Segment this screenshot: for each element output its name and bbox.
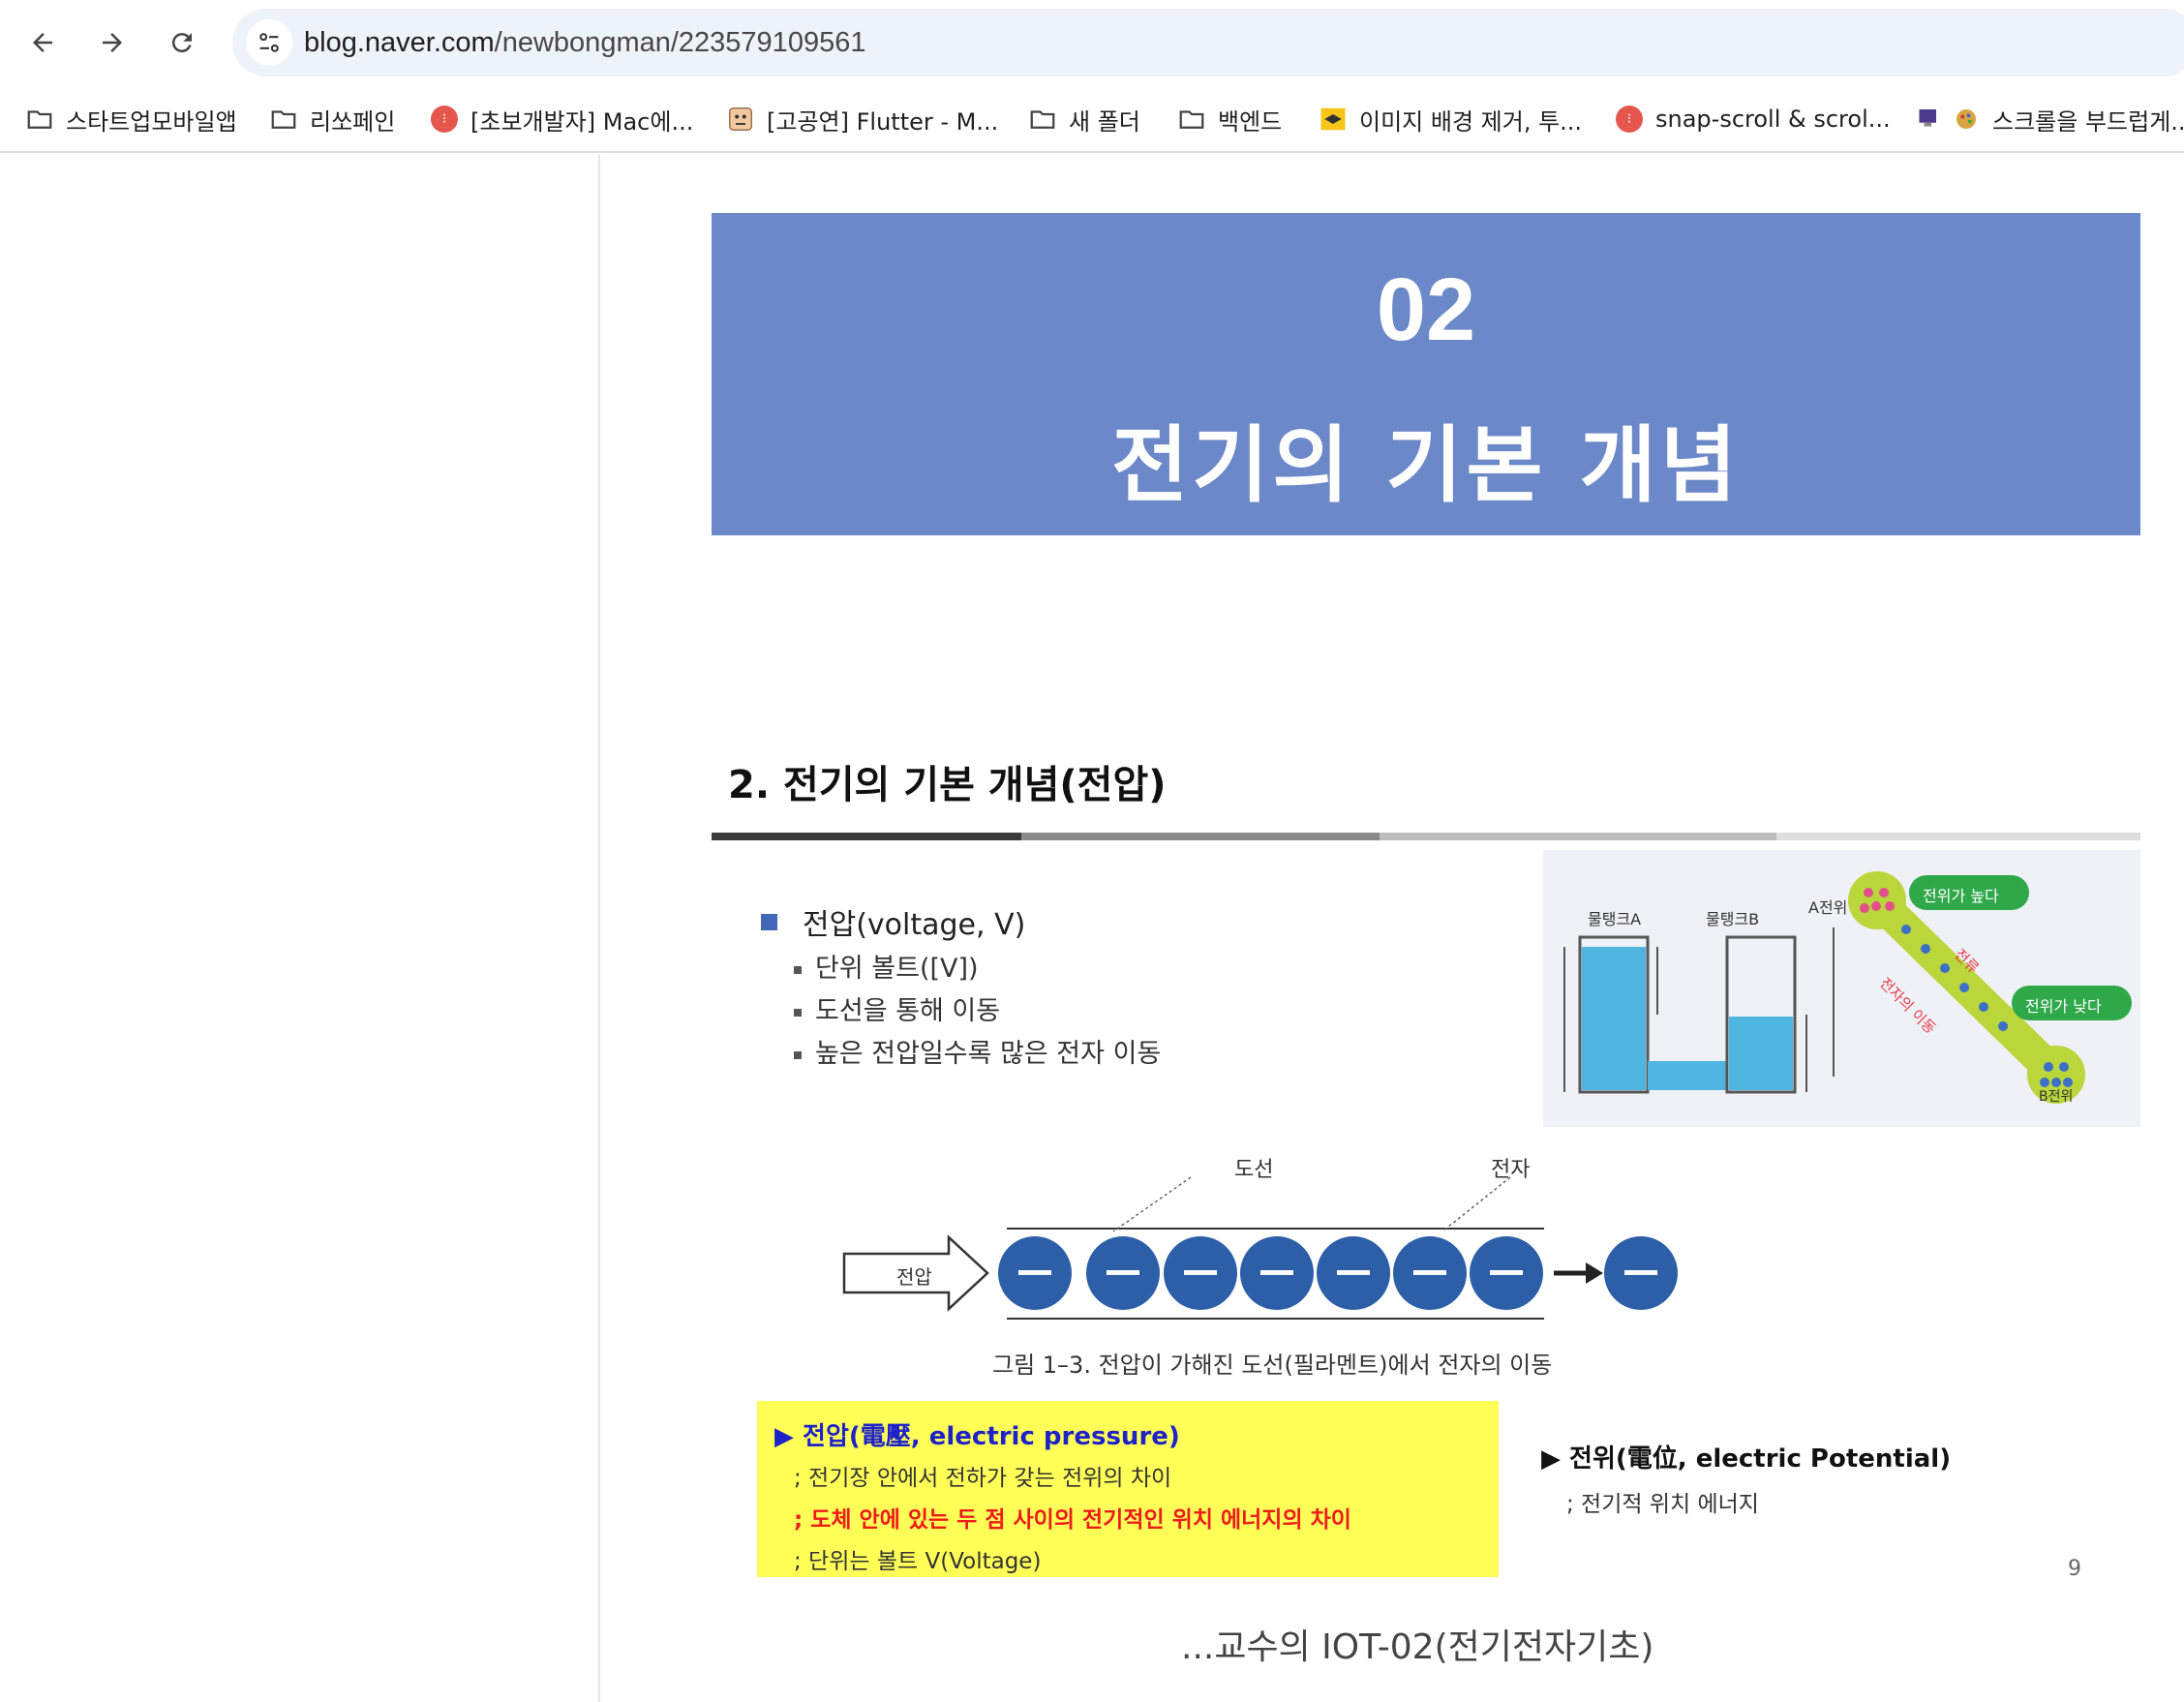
bookmark-label: [초보개발자] Mac에... xyxy=(470,107,694,136)
bookmark-label: [고공연] Flutter - M... xyxy=(767,107,999,136)
chapter-title: 전기의 기본 개념 xyxy=(1111,417,1741,514)
bullet-square-icon xyxy=(761,913,777,930)
bullet-dot-icon xyxy=(794,965,802,974)
bookmark-snap-scroll[interactable]: ⁝ snap-scroll & scrol... xyxy=(1615,99,1891,139)
sub-item: 단위 볼트([V]) xyxy=(794,947,979,985)
bookmark-label: 백엔드 xyxy=(1218,107,1283,136)
folder-icon xyxy=(1028,105,1057,134)
voltage-definition-box: ▶ 전압(電壓, electric pressure) ; 전기장 안에서 전하… xyxy=(757,1401,1499,1577)
favicon-monitor-icon xyxy=(1917,105,1946,134)
bookmark-folder-startup[interactable]: 스타트업모바일앱 xyxy=(25,99,237,139)
bookmark-mac-beginner[interactable]: ⁝ [초보개발자] Mac에... xyxy=(430,99,693,139)
electron-minus-sign xyxy=(1018,1270,1051,1275)
chapter-number: 02 xyxy=(1376,260,1476,359)
tank-a-label: 물탱크A xyxy=(1588,910,1642,928)
favicon-face-icon xyxy=(726,105,755,134)
sub-item-text: 도선을 통해 이동 xyxy=(815,996,1001,1026)
address-bar[interactable]: blog.naver.com/newbongman/223579109561 xyxy=(232,9,2184,76)
palette-icon xyxy=(1952,105,1981,134)
bookmark-label: 이미지 배경 제거, 투... xyxy=(1359,107,1583,136)
voltage-definition-emphasis: ; 도체 안에 있는 두 점 사이의 전기적인 위치 에너지의 차이 xyxy=(794,1507,1351,1533)
title-rule-segment xyxy=(1380,833,1776,840)
electron-label: 전자 xyxy=(1491,1158,1531,1182)
folder-icon xyxy=(25,105,54,134)
site-info-button[interactable] xyxy=(246,19,292,66)
bookmarks-bar: 스타트업모바일앱 리쏘페인 ⁝ [초보개발자] Mac에... [고공연] Fl… xyxy=(0,85,2184,153)
bookmark-remove-bg[interactable]: 이미지 배경 제거, 투... xyxy=(1319,99,1582,139)
bullet-dot-icon xyxy=(794,1008,802,1017)
title-rule-segment xyxy=(1776,833,2140,840)
back-button[interactable] xyxy=(19,19,66,66)
folder-icon xyxy=(269,105,298,134)
slide-title: 2. 전기의 기본 개념(전압) xyxy=(728,763,1167,807)
folder-icon xyxy=(1177,105,1206,134)
tank-b-label: 물탱크B xyxy=(1706,910,1760,928)
bullet-voltage: 전압(voltage, V) xyxy=(761,900,1025,943)
voltage-definition-heading: ▶ 전압(電壓, electric pressure) xyxy=(774,1422,1180,1451)
electron-minus-sign xyxy=(1184,1270,1217,1275)
url-path: /newbongman/223579109561 xyxy=(494,27,866,58)
a-potential-label: A전위 xyxy=(1808,898,1848,917)
b-potential-label: B전위 xyxy=(2039,1089,2074,1105)
electron-minus-sign xyxy=(1260,1270,1293,1275)
bookmark-smooth-scroll[interactable]: 스크롤을 부드럽게... xyxy=(1917,99,2184,139)
forward-button[interactable] xyxy=(89,19,136,66)
voltage-definition-line: ; 전기장 안에서 전하가 갖는 전위의 차이 xyxy=(794,1466,1172,1491)
wire-leader-line xyxy=(1112,1176,1192,1232)
image-caption: ...교수의 IOT-02(전기전자기초) xyxy=(1181,1627,1654,1667)
bookmark-label: 스타트업모바일앱 xyxy=(66,107,237,136)
low-potential-badge: 전위가 낮다 xyxy=(2025,997,2102,1016)
water-tank-analogy-image: 물탱크A 물탱크B A전위 B전위 전위가 높다 전위가 낮다 전류 전자의 이… xyxy=(1543,850,2140,1127)
bookmark-label: 새 폴더 xyxy=(1069,107,1140,136)
forward-arrow-icon xyxy=(103,33,122,52)
url-text[interactable]: blog.naver.com/newbongman/223579109561 xyxy=(304,9,865,76)
bookmark-label: snap-scroll & scrol... xyxy=(1655,106,1891,133)
slide-page-number: 9 xyxy=(2068,1557,2081,1581)
title-rule-segment xyxy=(712,833,1021,840)
bookmark-label: 리쏘페인 xyxy=(310,107,396,136)
bookmark-folder-backend[interactable]: 백엔드 xyxy=(1177,99,1282,139)
reload-button[interactable] xyxy=(159,19,205,66)
potential-description: ; 전기적 위치 에너지 xyxy=(1566,1492,1759,1517)
sub-item: 도선을 통해 이동 xyxy=(794,989,1000,1027)
back-arrow-icon xyxy=(33,33,52,52)
bookmark-folder-risso[interactable]: 리쏘페인 xyxy=(269,99,395,139)
electron-minus-sign xyxy=(1337,1270,1370,1275)
favicon-red-icon: ⁝ xyxy=(431,106,458,133)
electron-leader-line xyxy=(1441,1176,1511,1232)
bullet-dot-icon xyxy=(794,1050,802,1059)
bookmark-flutter[interactable]: [고공연] Flutter - M... xyxy=(726,99,998,139)
reload-icon xyxy=(171,33,192,53)
electron-minus-sign xyxy=(1413,1270,1446,1275)
flow-arrow-head-icon xyxy=(1586,1262,1603,1284)
voltage-arrow-label: 전압 xyxy=(896,1265,932,1289)
favicon-yellow-icon xyxy=(1319,105,1348,134)
title-rule-segment xyxy=(1021,833,1380,840)
electron-minus-sign xyxy=(1107,1270,1139,1275)
figure-caption: 그림 1–3. 전압이 가해진 도선(필라멘트)에서 전자의 이동 xyxy=(992,1352,1553,1379)
high-potential-badge: 전위가 높다 xyxy=(1923,887,1999,905)
tune-icon xyxy=(259,33,279,52)
url-host: blog.naver.com xyxy=(304,27,495,58)
electron-minus-sign xyxy=(1490,1270,1523,1275)
sidebar-divider xyxy=(598,155,600,1702)
bullet-text: 전압(voltage, V) xyxy=(803,908,1026,942)
sub-item: 높은 전압일수록 많은 전자 이동 xyxy=(794,1032,1161,1070)
sub-item-text: 단위 볼트([V]) xyxy=(815,954,979,984)
voltage-definition-unit: ; 단위는 볼트 V(Voltage) xyxy=(794,1549,1042,1574)
chapter-banner: 02 전기의 기본 개념 xyxy=(712,213,2140,535)
wire-label: 도선 xyxy=(1234,1158,1274,1182)
browser-toolbar: blog.naver.com/newbongman/223579109561 xyxy=(0,0,2184,85)
bookmark-folder-new[interactable]: 새 폴더 xyxy=(1028,99,1140,139)
sub-item-text: 높은 전압일수록 많은 전자 이동 xyxy=(815,1039,1162,1069)
bookmark-label: 스크롤을 부드럽게... xyxy=(1992,107,2184,136)
electron-minus-sign xyxy=(1624,1270,1657,1275)
potential-heading: ▶ 전위(電位, electric Potential) xyxy=(1541,1444,1952,1474)
favicon-red-icon: ⁝ xyxy=(1616,106,1643,133)
